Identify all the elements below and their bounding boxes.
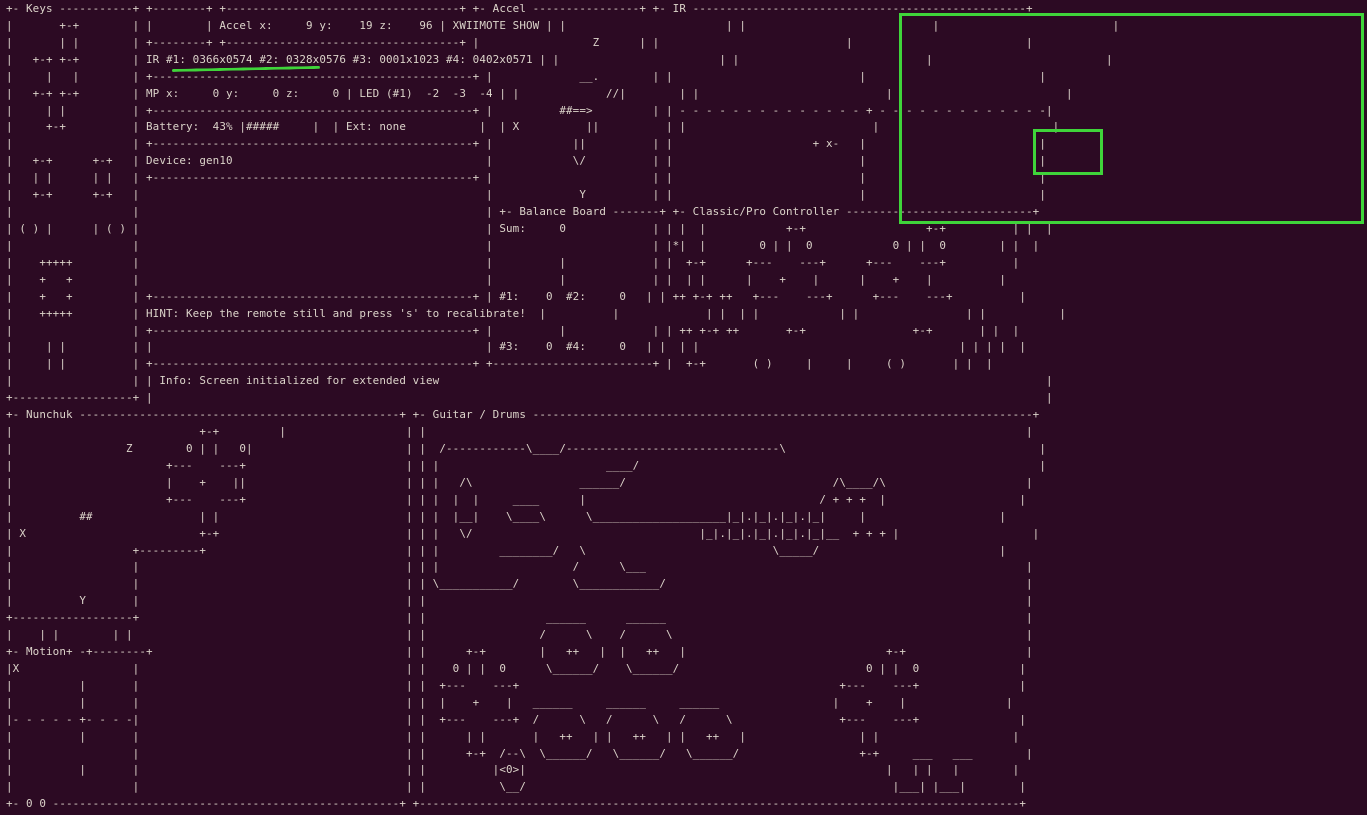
terminal-line: | | | | +--------+ +--------------------… (6, 35, 1033, 49)
terminal-line: | | | +- Balance Board -------+ +- Class… (6, 205, 1040, 219)
terminal-line: +- 0 0 ---------------------------------… (6, 797, 1027, 811)
terminal-line: | +-+ | | | | (6, 425, 1033, 439)
terminal-line: | | +-----------------------------------… (6, 323, 1020, 337)
terminal-line: |- - - - - +- - - -| | | +--- ---+ / \ /… (6, 712, 1027, 726)
terminal-line: | | | | \___________/ \____________/ | (6, 577, 1033, 591)
terminal-line: | | | | | | + | ______ ______ ______ | +… (6, 695, 1013, 709)
terminal-line: +- Keys -----------+ +--------+ +-------… (6, 2, 1033, 15)
terminal-line: | X +-+ | | | \/ |_|.|_|.|_|.|_|.|_|__ +… (6, 526, 1040, 540)
terminal-line: | | | | +-------------------------------… (6, 103, 1053, 117)
terminal-line: | | | | +-------------------------------… (6, 357, 993, 371)
terminal-line: | +-+ +-+ | Device: gen10 | \/ | | | | (6, 154, 1047, 168)
terminal-line: | | | | | | +---------------------------… (6, 171, 1047, 185)
terminal-line: | | | | +-------------------------------… (6, 69, 1047, 83)
terminal-line: | + + | | | | | | | | + | | + | | (6, 272, 1007, 286)
terminal-line: | +--- ---+ | | | ____/ | (6, 458, 1047, 472)
terminal-line: | | | Info: Screen initialized for exten… (6, 374, 1053, 388)
terminal-line: | | | | | | #3: 0 #4: 0 | | | | | | | | … (6, 340, 1027, 354)
terminal-line: |X | | | 0 | | 0 \______/ \______/ 0 | |… (6, 661, 1027, 675)
terminal-line: +- Motion+ -+--------+ | | +-+ | ++ | | … (6, 645, 1033, 659)
terminal-line: | | + || | | | /\ ______/ /\____/\ | (6, 475, 1033, 489)
terminal-line: | +++++ | | | | | +-+ +--- ---+ +--- ---… (6, 255, 1020, 269)
terminal-line: +------------------+ | | ______ ______ | (6, 611, 1033, 625)
terminal-line: | | +-----------------------------------… (6, 137, 1047, 151)
terminal-line: | ( ) | | ( ) | | Sum: 0 | | | | +-+ +-+… (6, 221, 1053, 235)
terminal-line: | | | | |*| | 0 | | 0 0 | | 0 | | | (6, 238, 1040, 252)
terminal-line: | +++++ | HINT: Keep the remote still an… (6, 306, 1067, 320)
terminal-line: | | | | \__/ |___| |___| | (6, 780, 1027, 794)
terminal-line: | + + | +-------------------------------… (6, 289, 1027, 303)
terminal-line: | +-+ +-+ | | Y | | | | (6, 188, 1047, 202)
terminal-line: | +---------+ | | | ________/ \ \_____/ … (6, 543, 1007, 557)
terminal-line: | +-+ | Battery: 43% |##### | | Ext: non… (6, 120, 1060, 134)
terminal-line: | | | | | | | / \ / \ | (6, 628, 1033, 642)
terminal-line: | | | | | / \___ | (6, 560, 1033, 574)
terminal-line: | Z 0 | | 0| | | /------------\____/----… (6, 441, 1047, 455)
terminal-line: | | | | | +--- ---+ +--- ---+ | (6, 678, 1027, 692)
terminal-line: | +-+ +-+ | MP x: 0 y: 0 z: 0 | LED (#1)… (6, 86, 1073, 100)
terminal-line: | +--- ---+ | | | | | ____ | / + + + | | (6, 492, 1027, 506)
terminal-line: | | | | +-+ /--\ \______/ \______/ \____… (6, 746, 1033, 760)
terminal-line: +------------------+ | | (6, 391, 1053, 405)
terminal-line: | +-+ +-+ | IR #1: 0366x0574 #2: 0328x05… (6, 52, 1113, 66)
terminal-line: +- Nunchuk -----------------------------… (6, 408, 1040, 422)
terminal-output: +- Keys -----------+ +--------+ +-------… (6, 1, 1119, 813)
terminal-line: | | | | | | | | ++ | | ++ | | ++ | | | | (6, 729, 1020, 743)
terminal-line: | +-+ | | | Accel x: 9 y: 19 z: 96 | XWI… (6, 18, 1120, 32)
terminal-line: | Y | | | | (6, 594, 1033, 608)
terminal-line: | ## | | | | | |__| \____\ \____________… (6, 509, 1007, 523)
terminal-line: | | | | | |<0>| | | | | | (6, 763, 1020, 777)
